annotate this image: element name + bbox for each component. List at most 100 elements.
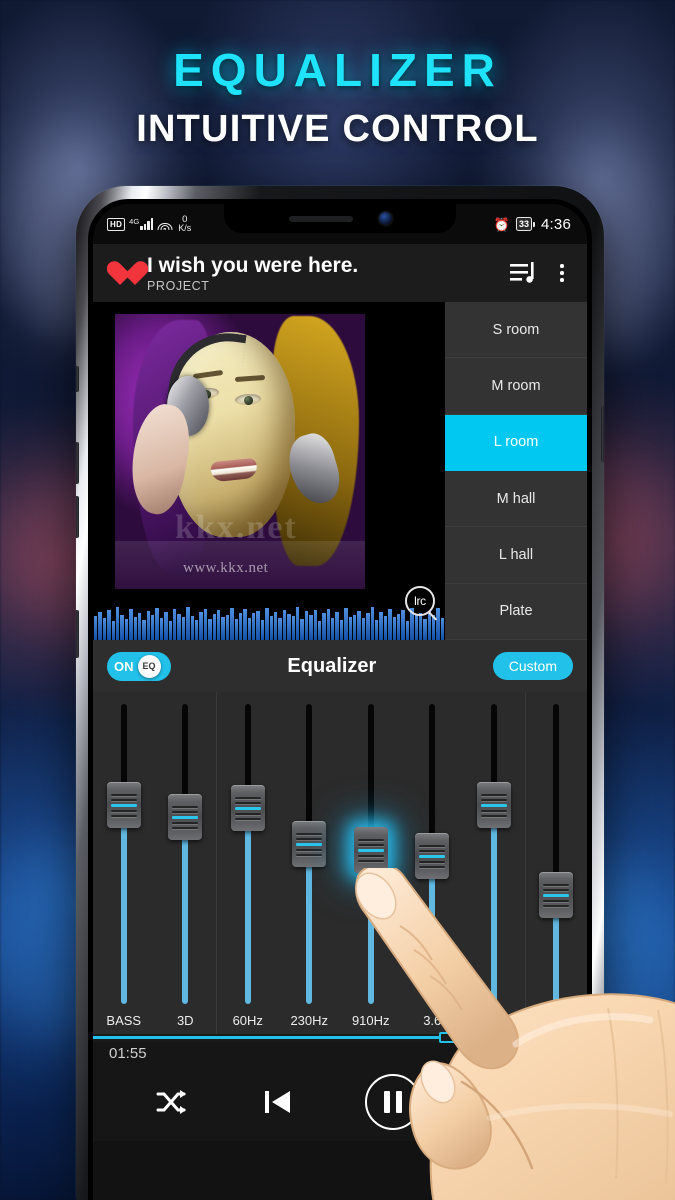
- reverb-preset-label: L hall: [498, 546, 534, 563]
- eq-preset-button[interactable]: Custom: [492, 652, 573, 680]
- eq-slider-thumb[interactable]: [415, 833, 450, 879]
- visualizer-bar: [115, 607, 120, 640]
- visualizer-bar: [151, 615, 155, 640]
- earpiece-speaker-icon: [288, 215, 353, 222]
- visualizer-bar: [98, 612, 102, 640]
- visualizer-bar: [396, 613, 401, 640]
- eq-band-label: 60Hz: [232, 1013, 263, 1028]
- eq-band-slider[interactable]: 230Hz: [279, 692, 341, 1034]
- battery-indicator: 33: [515, 217, 535, 231]
- eq-band-slider[interactable]: BASS: [93, 692, 155, 1034]
- signal-bars-icon: 4G: [129, 217, 154, 230]
- eq-toggle-label: ON: [114, 658, 134, 674]
- pause-icon[interactable]: [364, 1074, 421, 1130]
- visualizer-bar: [155, 607, 159, 640]
- phone-right-button[interactable]: [601, 406, 604, 462]
- visualizer-bar: [199, 612, 203, 640]
- reverb-preset-item[interactable]: Plate: [445, 584, 587, 640]
- reverb-preset-item[interactable]: M hall: [445, 471, 587, 528]
- data-rate-unit: K/s: [178, 223, 192, 233]
- visualizer-bar: [173, 609, 177, 640]
- eq-slider-fill: [367, 863, 374, 1004]
- visualizer-bar: [361, 618, 366, 640]
- visualizer-bar: [379, 611, 383, 640]
- reverb-preset-item[interactable]: M room: [445, 358, 587, 415]
- app-header: I wish you were here. PROJECT: [93, 244, 587, 302]
- visualizer-bar: [177, 613, 181, 640]
- visualizer-bar: [111, 620, 115, 640]
- visualizer-bar: [326, 608, 331, 640]
- page-subtitle: INTUITIVE CONTROL: [136, 108, 539, 151]
- visualizer-bar: [168, 620, 173, 640]
- skip-previous-icon[interactable]: [260, 1086, 294, 1118]
- visualizer-bar: [274, 611, 278, 640]
- artwork-and-reverb-row: kkx.net www.kkx.net lrc S room M room L ro…: [93, 302, 587, 640]
- reverb-preset-item[interactable]: S room: [445, 302, 587, 359]
- visualizer-bar: [102, 617, 107, 640]
- reverb-preset-label: M hall: [496, 490, 536, 507]
- kebab-menu-icon[interactable]: [551, 261, 573, 285]
- visualizer-bar: [309, 615, 313, 640]
- hd-badge: HD: [107, 217, 126, 231]
- visualizer-bar: [383, 616, 388, 640]
- eq-band-slider[interactable]: 60Hz: [217, 692, 279, 1034]
- eq-band-slider[interactable]: 910Hz: [340, 692, 402, 1034]
- visualizer-bar: [124, 619, 129, 640]
- page-title: EQUALIZER: [173, 44, 502, 96]
- album-art-watermark-small: www.kkx.net: [183, 560, 269, 576]
- reverb-preset-item[interactable]: L room: [445, 414, 587, 471]
- visualizer-bar: [401, 610, 405, 640]
- skip-next-icon[interactable]: [492, 1086, 526, 1118]
- front-camera-icon: [378, 212, 392, 225]
- eq-power-toggle[interactable]: ON EQ: [107, 651, 171, 681]
- seek-bar-thumb[interactable]: [438, 1032, 459, 1043]
- seek-bar-fill: [93, 1036, 449, 1039]
- visualizer-bar: [269, 615, 274, 640]
- phone-power-button[interactable]: [76, 610, 79, 658]
- eq-slider-thumb[interactable]: [168, 794, 203, 840]
- visualizer-bar: [247, 617, 252, 640]
- shuffle-icon[interactable]: [155, 1087, 189, 1117]
- eq-band-slider[interactable]: [524, 692, 588, 1034]
- visualizer-bar: [339, 619, 344, 640]
- eq-band-label: 910Hz: [351, 1013, 390, 1028]
- visualizer-bar: [300, 619, 304, 640]
- phone-volume-up-button[interactable]: [76, 442, 79, 484]
- visualizer-bar: [304, 611, 309, 640]
- reverb-preset-list[interactable]: S room M room L room M hall L hall Plate: [445, 302, 587, 640]
- eq-slider-thumb[interactable]: [292, 821, 327, 867]
- phone-mute-button[interactable]: [76, 366, 79, 392]
- eq-slider-fill: [490, 818, 497, 1004]
- album-art-panel: kkx.net www.kkx.net lrc: [93, 302, 445, 640]
- eq-slider-thumb[interactable]: [353, 827, 388, 873]
- heart-icon[interactable]: [105, 260, 135, 287]
- eq-slider-thumb[interactable]: [539, 872, 574, 918]
- eq-band-label: 3D: [176, 1013, 194, 1028]
- lyrics-badge[interactable]: lrc: [405, 586, 435, 616]
- eq-band-slider[interactable]: 3D: [155, 692, 217, 1034]
- phone-notch: [224, 204, 456, 233]
- eq-band-slider[interactable]: [463, 692, 525, 1034]
- equalizer-sliders[interactable]: BASS 3D 60Hz 230Hz 910Hz 3.6: [93, 692, 587, 1034]
- eq-slider-fill: [306, 857, 313, 1004]
- playlist-music-icon[interactable]: [509, 259, 539, 287]
- visualizer-bar: [190, 616, 194, 640]
- eq-band-slider[interactable]: 3.6: [402, 692, 464, 1034]
- visualizer-bar: [344, 607, 348, 640]
- seek-bar[interactable]: [93, 1032, 587, 1043]
- visualizer-bar: [265, 608, 269, 640]
- reverb-preset-item[interactable]: L hall: [445, 527, 587, 584]
- eq-slider-thumb[interactable]: [106, 782, 141, 828]
- visualizer-bar: [181, 617, 186, 640]
- audio-visualizer: [93, 606, 445, 640]
- battery-tip-icon: [533, 221, 535, 227]
- eq-slider-thumb[interactable]: [476, 782, 511, 828]
- equalizer-toolbar: ON EQ Equalizer Custom: [93, 640, 587, 692]
- eq-slider-thumb[interactable]: [230, 785, 265, 831]
- phone-volume-down-button[interactable]: [76, 496, 79, 538]
- visualizer-bar: [208, 618, 212, 640]
- visualizer-bar: [159, 618, 164, 640]
- visualizer-bar: [94, 616, 98, 640]
- visualizer-bar: [146, 610, 151, 640]
- visualizer-bar: [282, 610, 287, 640]
